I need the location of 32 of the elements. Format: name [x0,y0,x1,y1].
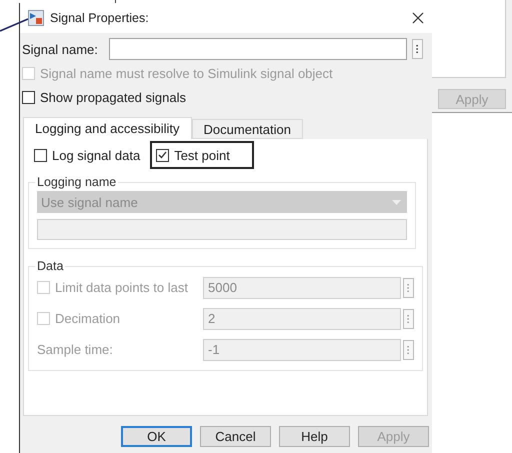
input-field[interactable]: 2 [203,308,401,330]
block-icon [28,10,44,26]
window-title: Signal Properties: [50,11,150,25]
checkbox-label: Log signal data [52,148,140,162]
leader-line [0,18,30,32]
dialog-button[interactable]: OK [121,426,192,447]
field-label: Limit data points to last [55,280,188,295]
tab[interactable]: Logging and accessibility [23,117,192,139]
input-field[interactable] [37,219,407,240]
dialog-button[interactable]: Cancel [200,426,271,447]
field-label: Signal name: [22,42,98,56]
checkbox[interactable] [22,90,35,104]
dialog-button[interactable]: Help [279,426,350,447]
input-field[interactable]: 5000 [203,276,401,298]
field-label: Decimation [55,311,120,326]
input-field[interactable]: -1 [203,338,401,360]
checkbox-label: Test point [174,148,230,162]
signal-name-field[interactable] [108,38,407,60]
group-title: Data [36,259,64,273]
more-options-icon[interactable] [403,308,414,328]
field-label: Sample time: [37,342,113,357]
checkbox[interactable] [34,148,47,162]
tab[interactable]: Documentation [192,119,303,139]
more-options-icon[interactable] [412,39,423,59]
checkbox-label: Signal name must resolve to Simulink signal object [40,66,333,80]
caret-icon [392,200,401,204]
close-icon[interactable] [412,12,424,24]
more-options-icon[interactable] [403,278,414,298]
checkbox-label: Show propagated signals [40,90,186,104]
more-options-icon[interactable] [403,340,414,360]
checkbox[interactable] [156,148,170,162]
group-title: Logging name [36,175,118,189]
